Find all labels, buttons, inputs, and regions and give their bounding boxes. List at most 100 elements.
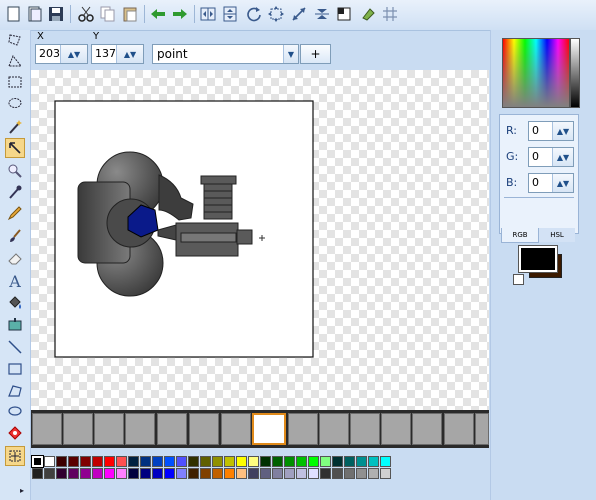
- palette-swatch[interactable]: [116, 456, 127, 467]
- palette-swatch[interactable]: [260, 456, 271, 467]
- lasso-icon[interactable]: [5, 51, 25, 71]
- palette-swatch[interactable]: [224, 456, 235, 467]
- palette-swatch[interactable]: [248, 468, 259, 479]
- redo-icon[interactable]: [170, 4, 190, 24]
- luminance-slider[interactable]: [570, 38, 580, 108]
- polygon-icon[interactable]: [5, 381, 25, 401]
- rectangle-select-icon[interactable]: [5, 72, 25, 92]
- cut-icon[interactable]: [76, 4, 96, 24]
- palette-swatch[interactable]: [104, 456, 115, 467]
- palette-swatch[interactable]: [188, 468, 199, 479]
- zoom-icon[interactable]: [5, 161, 25, 181]
- palette-swatch[interactable]: [224, 468, 235, 479]
- ellipse-icon[interactable]: [5, 401, 25, 421]
- frame-thumbnail[interactable]: [381, 413, 411, 445]
- flip-horizontal-icon[interactable]: [198, 4, 218, 24]
- color-spectrum[interactable]: [502, 38, 570, 108]
- frame-thumbnail[interactable]: [63, 413, 93, 445]
- palette-swatch[interactable]: [212, 468, 223, 479]
- y-input[interactable]: 137 ▲▼: [91, 44, 144, 64]
- palette-swatch[interactable]: [128, 468, 139, 479]
- palette-swatch[interactable]: [92, 468, 103, 479]
- palette-swatch[interactable]: [152, 468, 163, 479]
- fill-bucket-icon[interactable]: [5, 293, 25, 313]
- grid-icon[interactable]: [380, 4, 400, 24]
- tab-rgb[interactable]: RGB: [501, 228, 539, 243]
- palette-swatch[interactable]: [44, 456, 55, 467]
- palette-swatch[interactable]: [344, 456, 355, 467]
- center-icon[interactable]: [312, 4, 332, 24]
- palette-swatch[interactable]: [80, 456, 91, 467]
- frame-thumbnail[interactable]: [475, 413, 489, 445]
- magic-wand-icon[interactable]: [5, 117, 25, 137]
- selection-frame-icon[interactable]: [5, 446, 25, 466]
- rotate-icon[interactable]: [244, 4, 264, 24]
- palette-swatch[interactable]: [56, 468, 67, 479]
- color-picker-icon[interactable]: [5, 182, 25, 202]
- palette-swatch[interactable]: [176, 468, 187, 479]
- chevron-down-icon[interactable]: ▼: [283, 45, 298, 63]
- new-icon[interactable]: [4, 4, 24, 24]
- palette-swatch[interactable]: [248, 456, 259, 467]
- palette-swatch[interactable]: [368, 456, 379, 467]
- spin-arrows-icon[interactable]: ▲▼: [116, 45, 143, 63]
- palette-swatch[interactable]: [344, 468, 355, 479]
- swap-colors-checkbox[interactable]: [513, 274, 524, 285]
- stretch-icon[interactable]: [289, 4, 309, 24]
- frame-thumbnail[interactable]: [189, 413, 219, 445]
- frame-thumbnail[interactable]: [157, 413, 187, 445]
- palette-swatch[interactable]: [320, 456, 331, 467]
- palette-swatch[interactable]: [116, 468, 127, 479]
- palette-swatch[interactable]: [320, 468, 331, 479]
- palette-swatch[interactable]: [188, 456, 199, 467]
- b-input[interactable]: 0 ▲▼: [528, 173, 574, 193]
- palette-swatch[interactable]: [104, 468, 115, 479]
- palette-swatch[interactable]: [296, 468, 307, 479]
- open-icon[interactable]: [25, 4, 45, 24]
- frame-thumbnail[interactable]: [288, 413, 318, 445]
- palette-swatch[interactable]: [332, 468, 343, 479]
- g-input[interactable]: 0 ▲▼: [528, 147, 574, 167]
- palette-swatch[interactable]: [308, 468, 319, 479]
- palette-swatch[interactable]: [56, 456, 67, 467]
- palette-swatch[interactable]: [236, 468, 247, 479]
- frame-thumbnail[interactable]: [32, 413, 62, 445]
- dropper-icon[interactable]: [5, 315, 25, 335]
- frame-thumbnail[interactable]: [125, 413, 155, 445]
- fill-icon[interactable]: [358, 4, 378, 24]
- image-canvas[interactable]: [31, 70, 489, 410]
- palette-swatch[interactable]: [296, 456, 307, 467]
- undo-icon[interactable]: [148, 4, 168, 24]
- palette-swatch[interactable]: [32, 468, 43, 479]
- palette-swatch[interactable]: [368, 468, 379, 479]
- add-button[interactable]: +: [300, 44, 331, 64]
- free-select-icon[interactable]: [5, 30, 25, 50]
- brush-icon[interactable]: [5, 226, 25, 246]
- hotspot-icon[interactable]: [5, 423, 25, 443]
- pencil-icon[interactable]: [5, 203, 25, 223]
- palette-swatch[interactable]: [92, 456, 103, 467]
- frame-thumbnail[interactable]: [350, 413, 380, 445]
- spin-arrows-icon[interactable]: ▲▼: [60, 45, 87, 63]
- crop-icon[interactable]: [334, 4, 354, 24]
- frame-thumbnail-selected[interactable]: [252, 413, 286, 445]
- palette-swatch[interactable]: [356, 456, 367, 467]
- foreground-color-swatch[interactable]: [518, 245, 558, 273]
- frame-thumbnail[interactable]: [319, 413, 349, 445]
- spin-arrows-icon[interactable]: ▲▼: [552, 122, 573, 140]
- resize-icon[interactable]: [266, 4, 286, 24]
- palette-swatch[interactable]: [260, 468, 271, 479]
- palette-swatch[interactable]: [140, 456, 151, 467]
- palette-swatch[interactable]: [380, 468, 391, 479]
- move-icon[interactable]: [5, 138, 25, 158]
- spin-arrows-icon[interactable]: ▲▼: [552, 148, 573, 166]
- palette-swatch[interactable]: [236, 456, 247, 467]
- frame-thumbnail[interactable]: [221, 413, 251, 445]
- x-input[interactable]: 203 ▲▼: [35, 44, 88, 64]
- palette-swatch[interactable]: [200, 456, 211, 467]
- line-icon[interactable]: [5, 337, 25, 357]
- paste-icon[interactable]: [120, 4, 140, 24]
- frame-thumbnail[interactable]: [412, 413, 442, 445]
- palette-swatch[interactable]: [212, 456, 223, 467]
- expand-icon[interactable]: ▸: [20, 486, 24, 495]
